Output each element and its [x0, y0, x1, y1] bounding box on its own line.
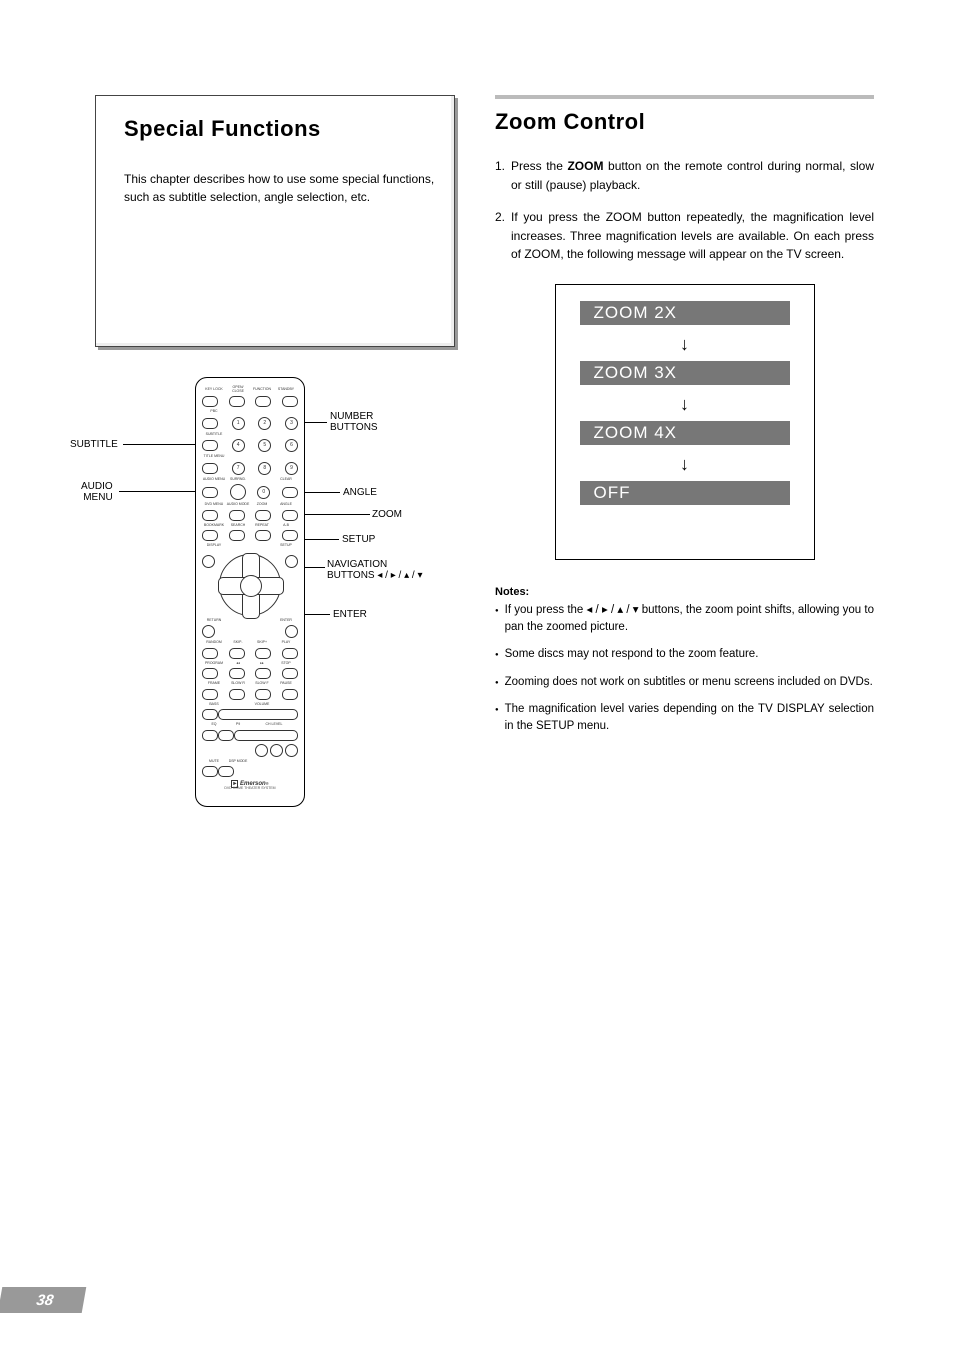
callout-subtitle: SUBTITLE: [70, 439, 118, 450]
callout-audio-menu-l2: MENU: [83, 492, 112, 503]
note-item: Some discs may not respond to the zoom f…: [495, 646, 874, 663]
note-item: Zooming does not work on subtitles or me…: [495, 674, 874, 691]
columns: Special Functions This chapter describes…: [95, 95, 874, 827]
zoom-level: ZOOM 4X: [580, 421, 790, 445]
left-column: Special Functions This chapter describes…: [95, 95, 455, 827]
zoom-cycle-diagram: ZOOM 2X ↓ ZOOM 3X ↓ ZOOM 4X ↓ OFF: [555, 284, 815, 560]
step-text: Press the ZOOM button on the remote cont…: [511, 157, 874, 194]
right-column: Zoom Control 1. Press the ZOOM button on…: [495, 95, 874, 827]
note-item: The magnification level varies depending…: [495, 701, 874, 736]
callout-number-buttons-l2: BUTTONS: [330, 422, 378, 433]
callout-line: [305, 514, 370, 515]
notes-heading: Notes:: [495, 586, 874, 598]
step-text: If you press the ZOOM button repeatedly,…: [511, 208, 874, 264]
remote-body: KEY LOCKOPEN/CLOSEFUNCTIONSTANDBY PBC 12…: [195, 377, 305, 807]
arrow-down-icon: ↓: [580, 385, 790, 421]
callout-line: [119, 491, 195, 492]
callout-audio-menu: AUDIO MENU: [81, 481, 113, 503]
zoom-control-header: Zoom Control: [495, 95, 874, 135]
callout-enter: ENTER: [333, 609, 367, 620]
callout-navigation-l1: NAVIGATION: [327, 559, 387, 570]
callout-angle: ANGLE: [343, 487, 377, 498]
zoom-level: ZOOM 2X: [580, 301, 790, 325]
callout-line: [305, 539, 339, 540]
zoom-control-heading: Zoom Control: [495, 109, 874, 135]
zoom-level: OFF: [580, 481, 790, 505]
zoom-level: ZOOM 3X: [580, 361, 790, 385]
zoom-steps: 1. Press the ZOOM button on the remote c…: [495, 157, 874, 264]
callout-setup: SETUP: [342, 534, 375, 545]
callout-navigation: NAVIGATION BUTTONS ◂ / ▸ / ▴ / ▾: [327, 559, 422, 581]
step-number: 1.: [495, 157, 511, 194]
remote-brand-sub: DVD HOME THEATER SYSTEM: [202, 787, 298, 791]
note-item: If you press the ◂ / ▸ / ▴ / ▾ buttons, …: [495, 602, 874, 637]
special-functions-box: Special Functions This chapter describes…: [95, 95, 455, 347]
callout-navigation-l2: BUTTONS ◂ / ▸ / ▴ / ▾: [327, 570, 422, 581]
callout-line: [305, 492, 340, 493]
callout-audio-menu-l1: AUDIO: [81, 481, 113, 492]
special-functions-heading: Special Functions: [124, 116, 436, 142]
callout-number-buttons-l1: NUMBER: [330, 411, 373, 422]
callout-line: [305, 614, 330, 615]
callout-zoom: ZOOM: [372, 509, 402, 520]
arrow-down-icon: ↓: [580, 325, 790, 361]
callout-line: [305, 567, 325, 568]
zoom-step-2: 2. If you press the ZOOM button repeated…: [495, 208, 874, 264]
zoom-step-1: 1. Press the ZOOM button on the remote c…: [495, 157, 874, 194]
remote-diagram: SUBTITLE AUDIO MENU NUMBER BUTTONS ANGLE…: [75, 377, 445, 827]
callout-number-buttons: NUMBER BUTTONS: [330, 411, 378, 433]
arrow-down-icon: ↓: [580, 445, 790, 481]
notes-list: If you press the ◂ / ▸ / ▴ / ▾ buttons, …: [495, 602, 874, 736]
callout-line: [123, 444, 195, 445]
page: Special Functions This chapter describes…: [0, 0, 954, 1351]
step-number: 2.: [495, 208, 511, 264]
page-number: 38: [0, 1287, 86, 1313]
special-functions-intro: This chapter describes how to use some s…: [124, 170, 436, 206]
callout-line: [305, 422, 327, 423]
